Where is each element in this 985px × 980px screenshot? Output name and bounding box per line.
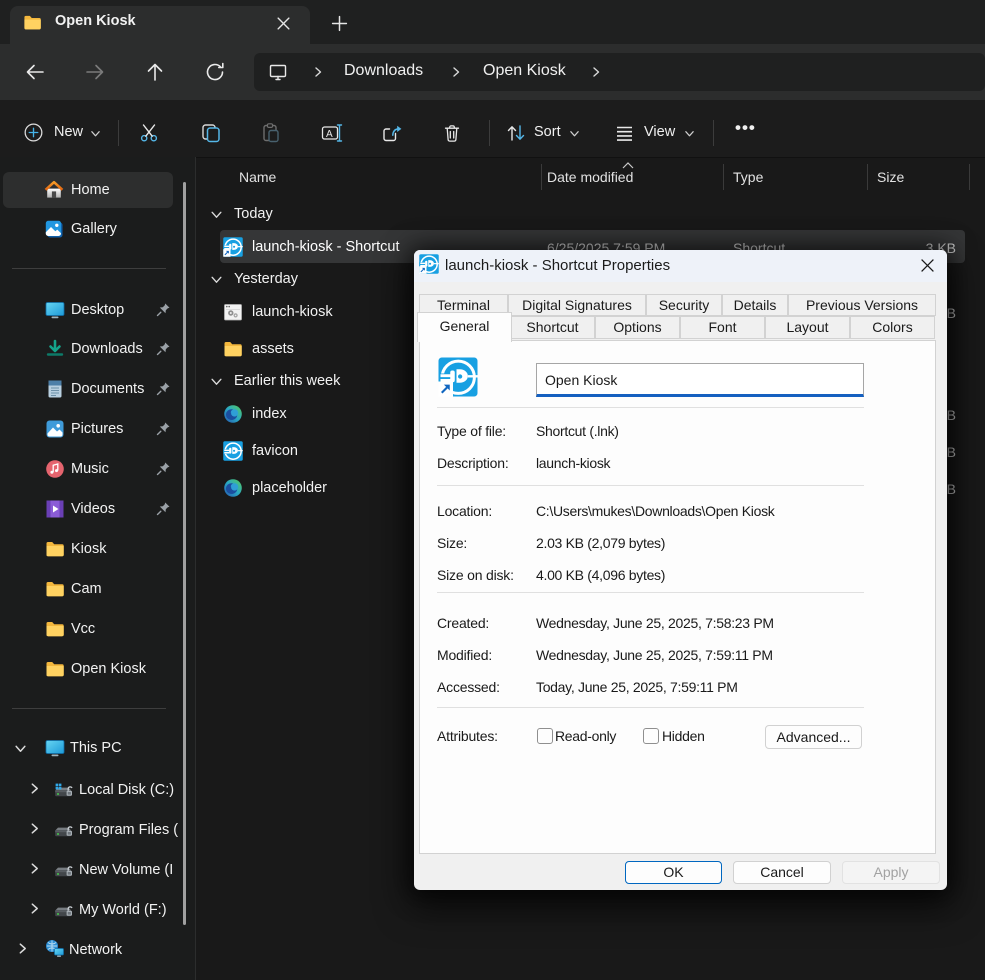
svg-text:A: A [326,129,333,140]
